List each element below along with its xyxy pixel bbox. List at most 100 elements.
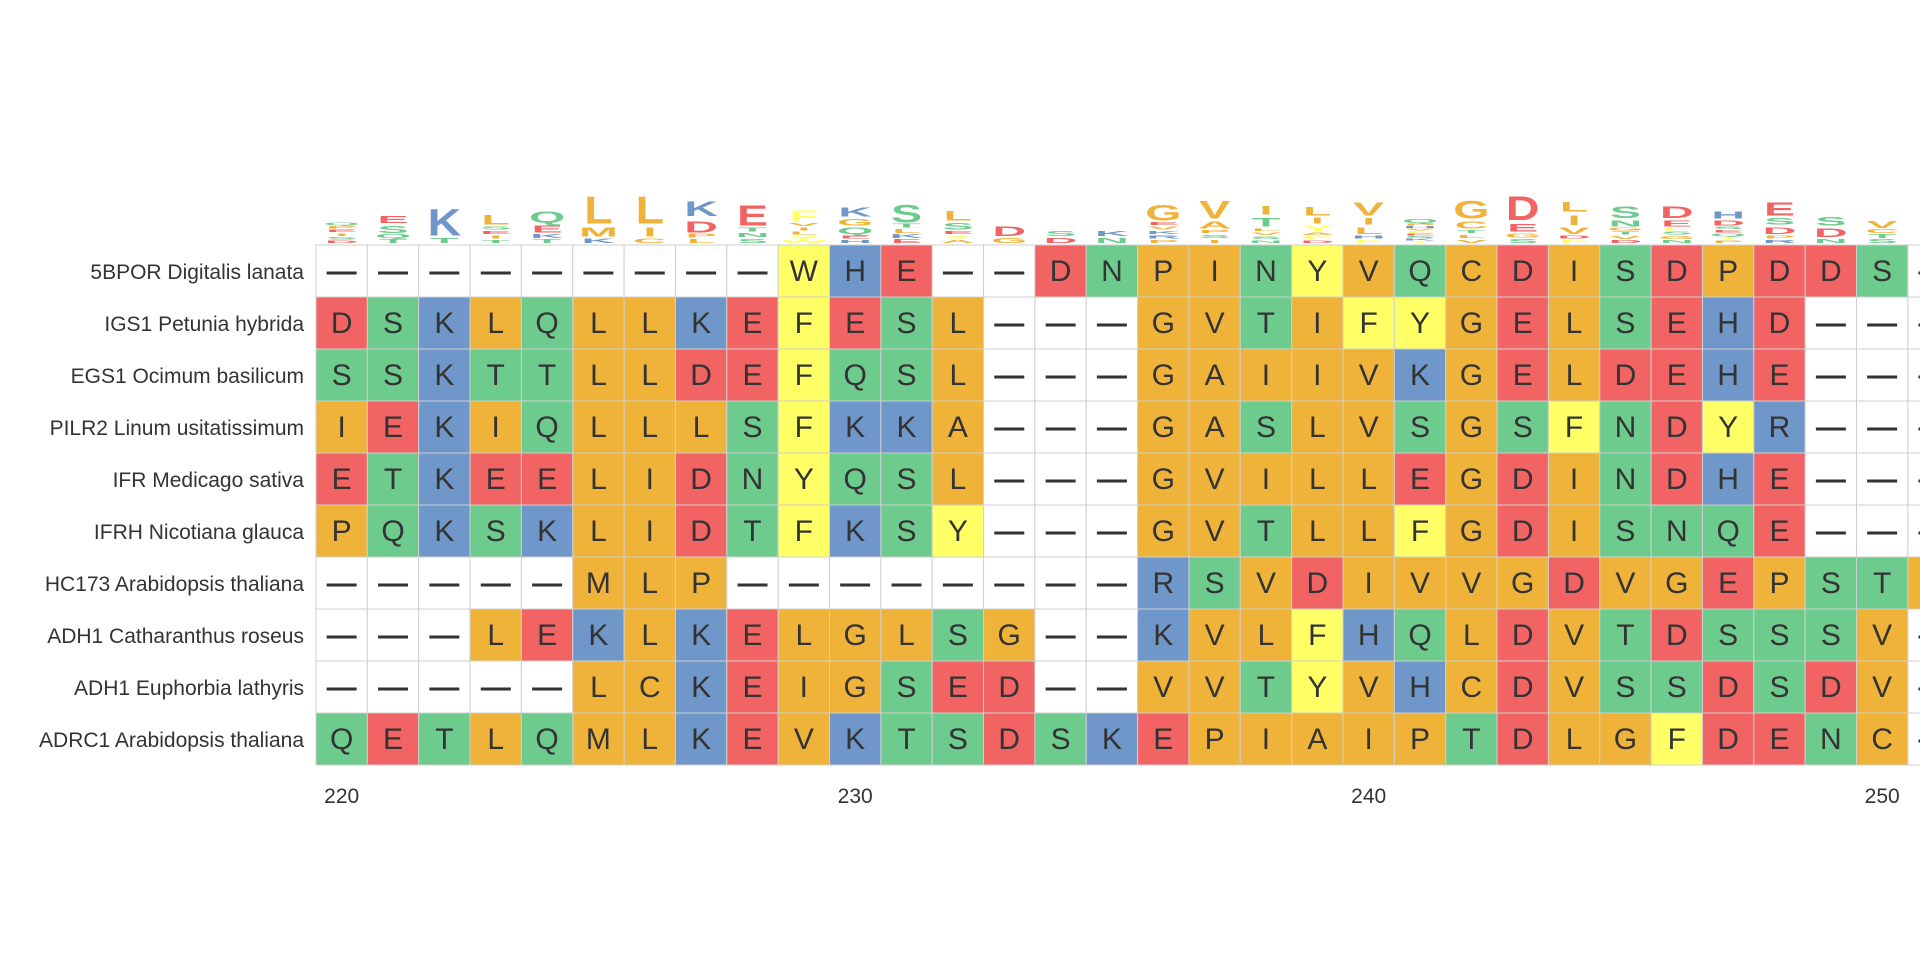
- residue-letter: Y: [794, 463, 814, 496]
- residue-letter: I: [492, 411, 500, 444]
- logo-letter: F: [1560, 239, 1588, 244]
- residue-letter: C: [639, 671, 661, 704]
- residue-letter: I: [1365, 567, 1373, 600]
- residue-letter: K: [537, 515, 557, 548]
- residue-letter: G: [1460, 307, 1483, 340]
- residue-letter: N: [742, 463, 764, 496]
- residue-letter: E: [948, 671, 968, 704]
- residue-letter: S: [1051, 723, 1071, 756]
- residue-letter: V: [1359, 255, 1379, 288]
- alignment-row: ———LEKLKELGLSG——KVLFHQLDVTDSSSV—: [315, 608, 1920, 662]
- residue-letter: H: [1717, 359, 1739, 392]
- residue-letter: Y: [1307, 255, 1327, 288]
- residue-letter: —: [994, 255, 1024, 288]
- residue-letter: S: [1821, 567, 1841, 600]
- residue-letter: —: [892, 567, 922, 600]
- logo-column: NK: [1095, 230, 1129, 245]
- residue-letter: D: [998, 723, 1020, 756]
- logo-letter: K: [1146, 230, 1180, 235]
- residue-letter: L: [590, 515, 607, 548]
- residue-letter: K: [1153, 619, 1173, 652]
- residue-letter: —: [1046, 671, 1076, 704]
- residue-letter: H: [1358, 619, 1380, 652]
- logo-letter: G: [1453, 196, 1489, 224]
- residue-letter: D: [1512, 619, 1534, 652]
- logo-letter: D: [1660, 203, 1694, 222]
- residue-letter: V: [1461, 567, 1481, 600]
- residue-letter: —: [1816, 307, 1846, 340]
- logo-letter: N: [1095, 237, 1129, 245]
- residue-letter: L: [898, 619, 915, 652]
- logo-column: DVTGNS: [1607, 203, 1643, 244]
- residue-letter: E: [1667, 307, 1687, 340]
- residue-letter: N: [1615, 411, 1637, 444]
- logo-letter: V: [1456, 239, 1487, 245]
- sequence-labels: 5BPOR Digitalis lanata IGS1 Petunia hybri…: [39, 261, 304, 752]
- residue-letter: —: [378, 671, 408, 704]
- logo-letter: Y: [1405, 241, 1436, 244]
- position-tick-label: 230: [838, 785, 873, 808]
- sequence-name-label: IFRH Nicotiana glauca: [94, 521, 304, 544]
- alignment-row: —————————WHE——DNPINYVQCDISDPDDS—: [315, 244, 1920, 298]
- logo-letter: W: [782, 239, 827, 244]
- logo-column: PYQESDH: [1710, 209, 1746, 243]
- residue-letter: D: [331, 307, 353, 340]
- residue-letter: K: [691, 619, 711, 652]
- logo-letter: T: [482, 239, 510, 244]
- sequence-name-label: 5BPOR Digitalis lanata: [90, 261, 304, 284]
- residue-letter: N: [1615, 463, 1637, 496]
- residue-letter: Q: [1408, 619, 1431, 652]
- residue-letter: D: [1512, 723, 1534, 756]
- residue-letter: —: [994, 515, 1024, 548]
- residue-letter: R: [1769, 411, 1791, 444]
- residue-letter: F: [1565, 411, 1583, 444]
- residue-letter: S: [383, 307, 403, 340]
- residue-letter: —: [583, 255, 613, 288]
- logo-letter: V: [1353, 199, 1385, 219]
- logo-letter: S: [1045, 230, 1076, 238]
- logo-letter: K: [838, 205, 872, 220]
- residue-letter: S: [1769, 671, 1789, 704]
- residue-letter: E: [383, 411, 403, 444]
- logo-letter: G: [1659, 235, 1695, 240]
- residue-letter: L: [1360, 515, 1377, 548]
- residue-letter: S: [332, 359, 352, 392]
- residue-letter: H: [844, 255, 866, 288]
- residue-letter: D: [1666, 255, 1688, 288]
- residue-letter: E: [897, 255, 917, 288]
- logo-letter: S: [1815, 215, 1846, 228]
- residue-letter: I: [1365, 723, 1373, 756]
- residue-letter: I: [1210, 255, 1218, 288]
- residue-letter: E: [1513, 359, 1533, 392]
- residue-letter: S: [897, 359, 917, 392]
- residue-letter: L: [590, 671, 607, 704]
- logo-column: NDS: [1814, 215, 1848, 244]
- logo-column: GD: [991, 224, 1027, 245]
- residue-letter: E: [742, 307, 762, 340]
- residue-letter: Q: [535, 411, 558, 444]
- logo-column: NGSFED: [1659, 203, 1695, 244]
- sequence-name-label: PILR2 Linum usitatissimum: [50, 417, 304, 440]
- logo-letter: Q: [1402, 219, 1438, 225]
- logo-column: FHLIV: [1352, 199, 1386, 244]
- residue-letter: T: [487, 359, 505, 392]
- residue-letter: P: [1153, 255, 1173, 288]
- logo-letter: V: [1405, 228, 1436, 231]
- logo-letter: P: [1148, 239, 1179, 244]
- logo-column: TQSE: [375, 214, 411, 244]
- logo-letter: Y: [942, 234, 973, 239]
- residue-letter: —: [429, 619, 459, 652]
- residue-letter: —: [840, 567, 870, 600]
- sequence-name-label: IGS1 Petunia hybrida: [104, 313, 304, 336]
- logo-column: RPDSE: [1763, 199, 1797, 244]
- logo-letter: N: [1660, 239, 1694, 244]
- logo-column: EKLTS: [890, 200, 924, 245]
- residue-letter: P: [691, 567, 711, 600]
- logo-letter: Y: [1302, 224, 1333, 233]
- logo-column: LPDK: [684, 197, 718, 245]
- residue-letter: A: [948, 411, 968, 444]
- sequence-name-label: IFR Medicago sativa: [113, 469, 305, 492]
- residue-letter: I: [1313, 359, 1321, 392]
- residue-letter: K: [1102, 723, 1122, 756]
- logo-letter: Q: [324, 222, 360, 226]
